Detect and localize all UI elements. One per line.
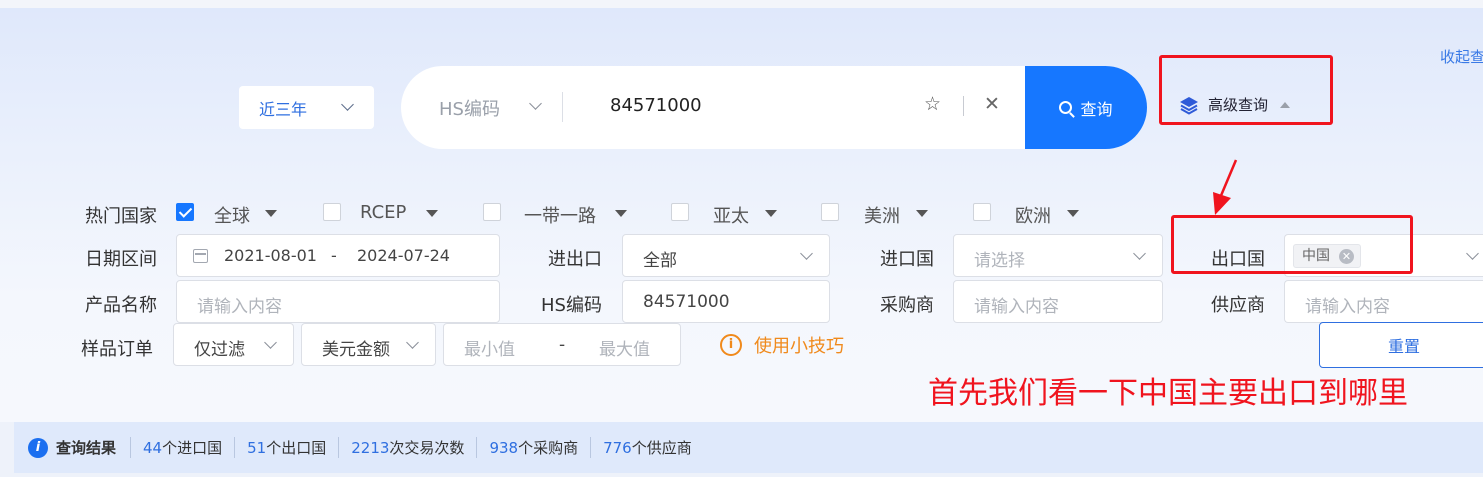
sample-order-value: 仅过滤	[194, 340, 245, 360]
import-export-select[interactable]: 全部	[622, 234, 830, 277]
date-range-value: 近三年	[259, 99, 308, 119]
chevron-down-icon	[341, 98, 354, 111]
country-label: RCEP	[360, 202, 407, 223]
date-range-label: 日期区间	[85, 249, 157, 270]
tips-label: 使用小技巧	[754, 336, 844, 357]
annotation-highlight-box	[1171, 215, 1413, 274]
date-separator: -	[331, 246, 337, 265]
date-end: 2024-07-24	[357, 246, 450, 265]
caret-down-icon[interactable]	[265, 210, 277, 217]
hot-countries-label: 热门国家	[85, 206, 157, 227]
collapse-link[interactable]: 收起查	[1440, 46, 1483, 67]
country-label: 亚太	[713, 206, 749, 227]
min-value-placeholder[interactable]: 最小值	[464, 335, 515, 360]
chevron-down-icon	[529, 97, 542, 110]
caret-down-icon[interactable]	[1067, 210, 1079, 217]
supplier-input[interactable]: 请输入内容	[1284, 280, 1483, 323]
search-bar: HS编码 84571000 ☆ ✕ 查询	[401, 66, 1147, 149]
reset-button[interactable]: 重置	[1319, 322, 1483, 368]
caret-down-icon[interactable]	[426, 210, 438, 217]
checkbox-europe[interactable]	[973, 203, 991, 221]
currency-value: 美元金额	[322, 340, 390, 360]
chevron-down-icon	[1133, 247, 1146, 260]
hs-code-input[interactable]: 84571000	[622, 280, 830, 323]
search-type-select[interactable]: HS编码	[439, 95, 500, 121]
currency-select[interactable]: 美元金额	[301, 323, 436, 366]
country-label: 欧洲	[1015, 206, 1051, 227]
results-title: 查询结果	[56, 439, 117, 457]
checkbox-rcep[interactable]	[323, 203, 341, 221]
hs-code-value: 84571000	[643, 292, 730, 312]
import-export-label: 进出口	[548, 249, 602, 270]
supplier-placeholder: 请输入内容	[1305, 297, 1390, 317]
result-count: 2213次交易次数	[338, 437, 476, 458]
date-start: 2021-08-01	[224, 246, 317, 265]
chevron-down-icon	[264, 336, 277, 349]
date-range-picker[interactable]: 2021-08-01 - 2024-07-24	[176, 234, 500, 277]
search-button-label: 查询	[1080, 99, 1113, 119]
product-name-input[interactable]: 请输入内容	[176, 280, 500, 323]
info-icon: i	[28, 437, 48, 458]
divider	[562, 92, 563, 122]
product-name-placeholder: 请输入内容	[197, 297, 282, 317]
chevron-down-icon	[406, 336, 419, 349]
range-separator: -	[559, 335, 566, 355]
star-icon[interactable]: ☆	[924, 93, 941, 115]
result-count: 938个采购商	[476, 437, 590, 458]
caret-down-icon[interactable]	[765, 210, 777, 217]
buyer-input[interactable]: 请输入内容	[953, 280, 1163, 323]
sample-order-select[interactable]: 仅过滤	[173, 323, 294, 366]
checkbox-asia-pacific[interactable]	[671, 203, 689, 221]
country-label: 一带一路	[524, 206, 596, 227]
divider	[963, 96, 964, 116]
import-export-value: 全部	[643, 251, 677, 271]
result-count: 51个出口国	[234, 437, 338, 458]
max-value-placeholder[interactable]: 最大值	[599, 335, 650, 360]
annotation-highlight-box	[1159, 55, 1333, 125]
buyer-label: 采购商	[880, 295, 934, 316]
search-input[interactable]: 84571000	[610, 95, 702, 116]
buyer-placeholder: 请输入内容	[974, 297, 1059, 317]
search-button[interactable]: 查询	[1025, 66, 1147, 149]
checkbox-belt-road[interactable]	[483, 203, 501, 221]
amount-range-input[interactable]: 最小值 - 最大值	[443, 323, 681, 366]
hs-code-label: HS编码	[541, 295, 602, 316]
checkbox-global[interactable]	[176, 203, 194, 221]
tips-link[interactable]: i 使用小技巧	[720, 332, 844, 358]
annotation-text: 首先我们看一下中国主要出口到哪里	[928, 376, 1408, 411]
country-label: 美洲	[864, 206, 900, 227]
supplier-label: 供应商	[1211, 295, 1265, 316]
search-icon	[1059, 101, 1073, 114]
chevron-down-icon	[1466, 247, 1479, 260]
import-country-label: 进口国	[880, 249, 934, 270]
checkbox-americas[interactable]	[821, 203, 839, 221]
calendar-icon	[193, 249, 208, 263]
info-icon: i	[720, 334, 742, 356]
annotation-arrow	[1213, 159, 1238, 215]
chevron-down-icon	[800, 247, 813, 260]
date-range-select[interactable]: 近三年	[239, 86, 374, 129]
import-country-select[interactable]: 请选择	[953, 234, 1163, 277]
result-count: 776个供应商	[590, 437, 704, 458]
country-label: 全球	[214, 206, 250, 227]
result-count: 44个进口国	[130, 437, 234, 458]
sample-order-label: 样品订单	[81, 339, 153, 360]
results-summary: i 查询结果 44个进口国 51个出口国 2213次交易次数 938个采购商 7…	[14, 422, 1483, 473]
caret-down-icon[interactable]	[916, 210, 928, 217]
caret-down-icon[interactable]	[615, 210, 627, 217]
product-name-label: 产品名称	[85, 295, 157, 316]
close-icon[interactable]: ✕	[984, 93, 1000, 115]
import-country-placeholder: 请选择	[974, 251, 1025, 271]
